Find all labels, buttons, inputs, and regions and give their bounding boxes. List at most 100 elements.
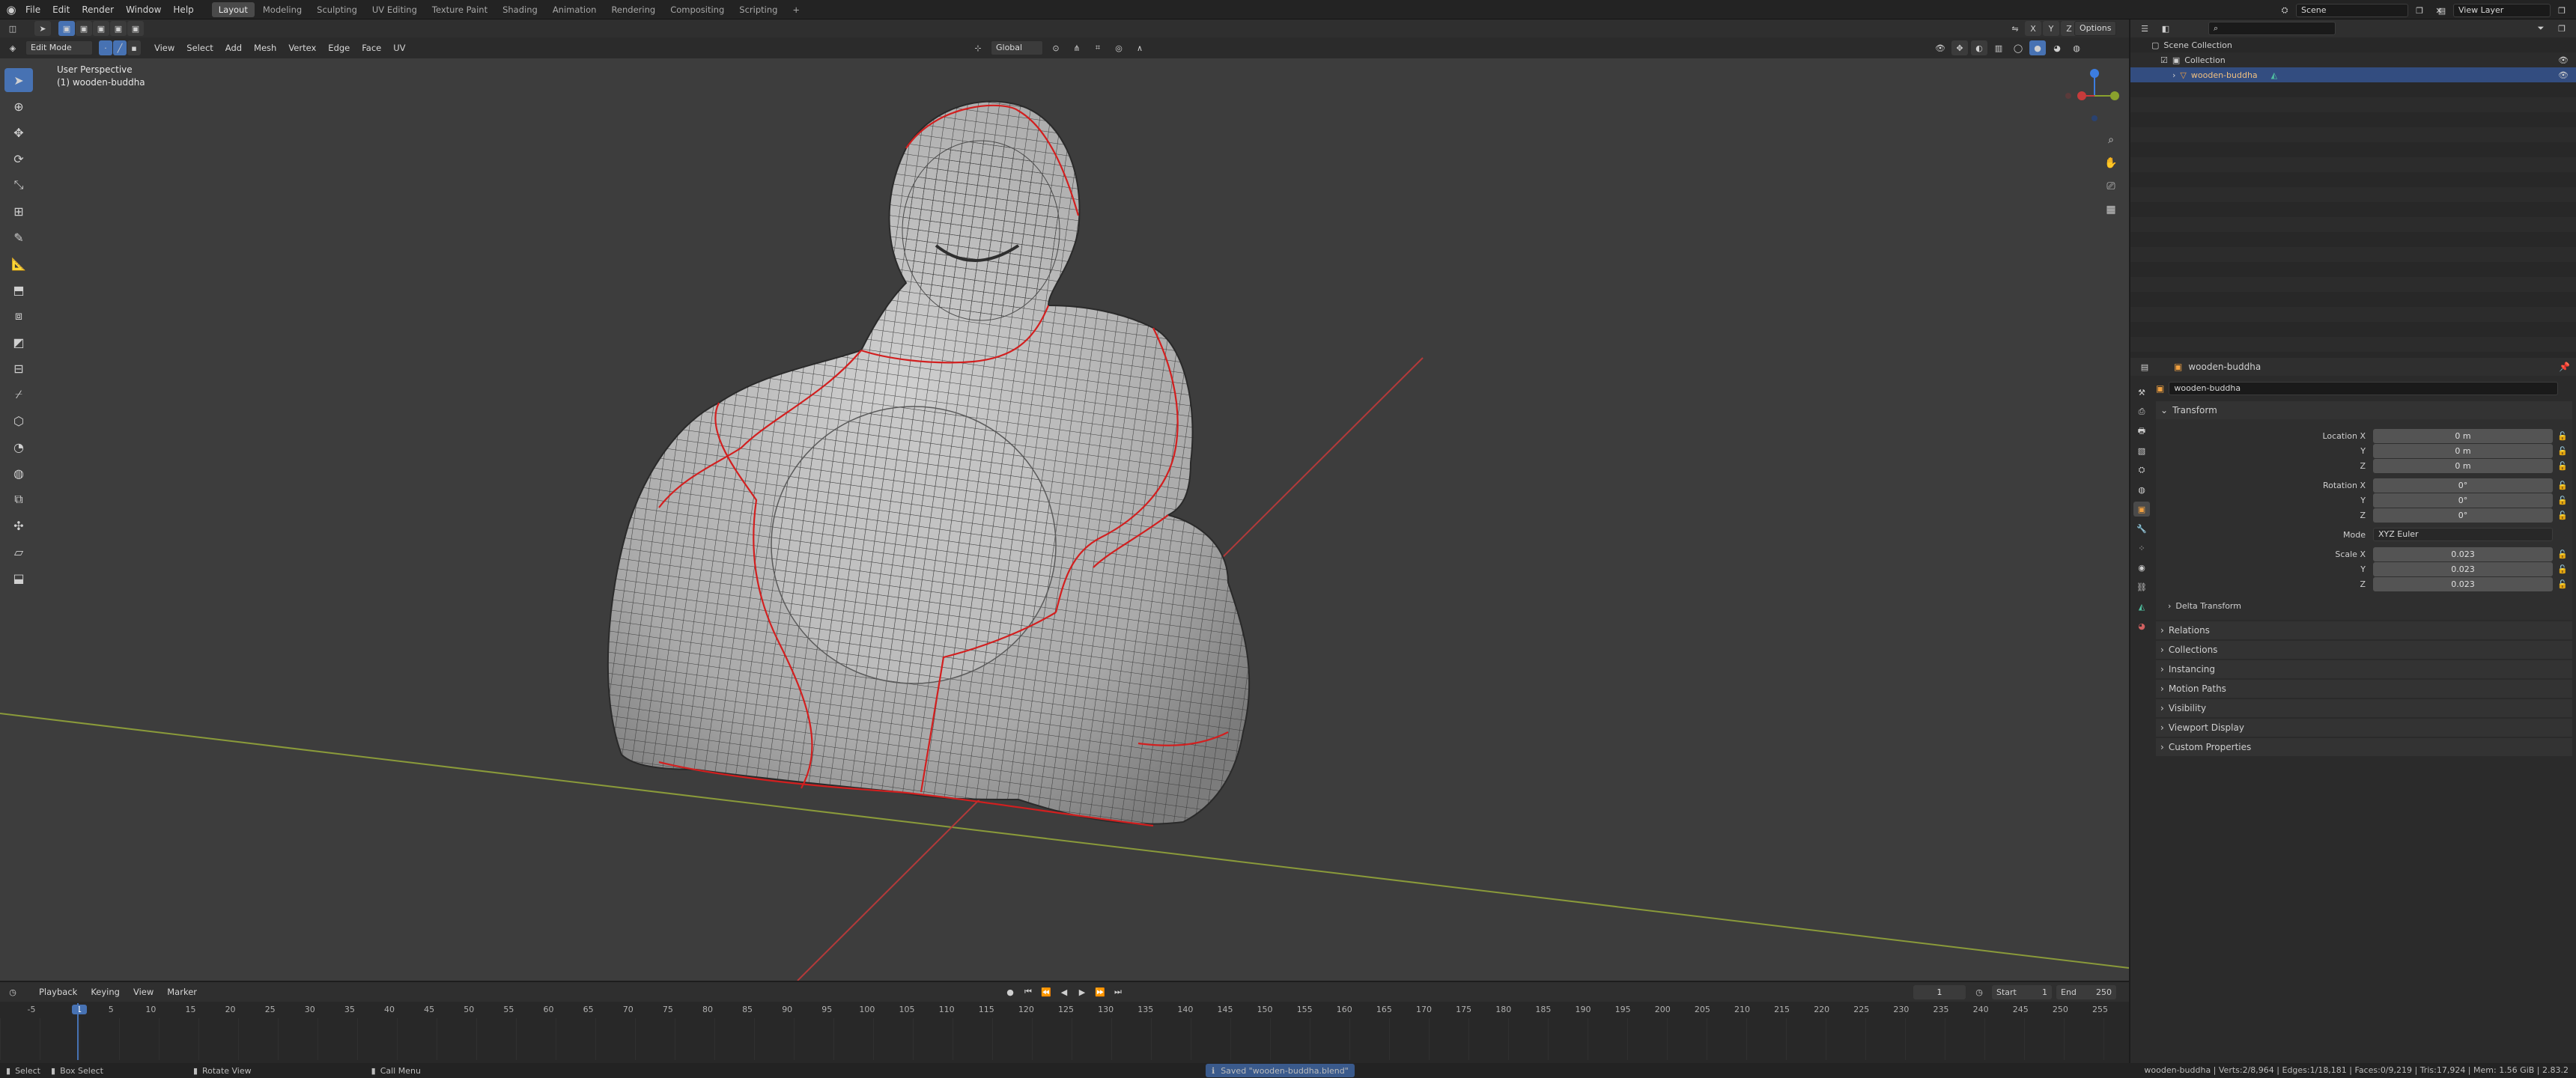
lock-icon[interactable]: 🔓 bbox=[2557, 564, 2568, 574]
preview-range-icon[interactable]: ◷ bbox=[1971, 984, 1987, 999]
intersect-selection-icon[interactable]: ▣ bbox=[127, 21, 144, 36]
object-tab-icon[interactable]: ▣ bbox=[2133, 502, 2150, 517]
play-icon[interactable]: ▶ bbox=[1074, 984, 1090, 999]
physics-tab-icon[interactable]: ◉ bbox=[2133, 560, 2150, 575]
pivot-point-icon[interactable]: ⊙ bbox=[1048, 40, 1064, 55]
rip-region-icon[interactable]: ⬓ bbox=[4, 566, 33, 590]
outliner-row-collection[interactable]: ☑ ▣ Collection 👁 bbox=[2130, 52, 2576, 67]
play-reverse-icon[interactable]: ◀ bbox=[1056, 984, 1072, 999]
rotate-icon[interactable]: ⟳ bbox=[4, 147, 33, 171]
delta-transform-subpanel[interactable]: › Delta Transform bbox=[2156, 597, 2572, 614]
transform-panel-header[interactable]: ⌄ Transform bbox=[2156, 401, 2572, 419]
lock-icon[interactable]: 🔓 bbox=[2557, 461, 2568, 471]
inset-icon[interactable]: ⧈ bbox=[4, 304, 33, 328]
record-icon[interactable]: ● bbox=[1002, 984, 1018, 999]
move-icon[interactable]: ✥ bbox=[4, 121, 33, 144]
menu-uv[interactable]: UV bbox=[387, 38, 411, 58]
delete-view-layer-icon[interactable]: ✕ bbox=[2573, 3, 2576, 18]
menu-help[interactable]: Help bbox=[167, 0, 199, 19]
scale-z-field[interactable]: 0.023 bbox=[2373, 576, 2553, 591]
menu-edit[interactable]: Edit bbox=[46, 0, 76, 19]
tab-scripting[interactable]: Scripting bbox=[732, 2, 784, 17]
falloff-icon[interactable]: ∧ bbox=[1131, 40, 1148, 55]
properties-editor-icon[interactable]: ▤ bbox=[2136, 359, 2153, 374]
menu-marker[interactable]: Marker bbox=[161, 982, 203, 1002]
visibility-icon[interactable]: 👁 bbox=[1932, 40, 1948, 55]
spin-icon[interactable]: ◔ bbox=[4, 435, 33, 459]
tool-tab-icon[interactable]: ⚒ bbox=[2133, 385, 2150, 400]
edge-slide-icon[interactable]: ⧉ bbox=[4, 487, 33, 511]
location-y-field[interactable]: 0 m bbox=[2373, 443, 2553, 458]
tab-uv-editing[interactable]: UV Editing bbox=[365, 2, 424, 17]
menu-window[interactable]: Window bbox=[120, 0, 167, 19]
menu-mesh[interactable]: Mesh bbox=[248, 38, 282, 58]
scale-x-field[interactable]: 0.023 bbox=[2373, 546, 2553, 561]
new-scene-icon[interactable]: ❐ bbox=[2411, 3, 2428, 18]
viewport-editor-icon[interactable]: ◈ bbox=[4, 40, 21, 55]
scene-field[interactable]: Scene bbox=[2296, 4, 2408, 17]
collection-visibility-icon[interactable]: 👁 bbox=[2558, 55, 2569, 65]
tab-shading[interactable]: Shading bbox=[496, 2, 544, 17]
editor-type-icon[interactable]: ◫ bbox=[4, 21, 21, 36]
outliner-row-scene-collection[interactable]: ▢ Scene Collection bbox=[2130, 37, 2576, 52]
panel-visibility[interactable]: › Visibility bbox=[2156, 699, 2572, 717]
scene-tab-icon[interactable]: ⛭ bbox=[2133, 463, 2150, 478]
lock-icon[interactable]: 🔓 bbox=[2557, 511, 2568, 520]
mirror-y-button[interactable]: Y bbox=[2043, 21, 2059, 36]
panel-viewport-display[interactable]: › Viewport Display bbox=[2156, 719, 2572, 737]
lock-icon[interactable]: 🔓 bbox=[2557, 481, 2568, 490]
rendered-shading-icon[interactable]: ◍ bbox=[2068, 40, 2085, 55]
shear-icon[interactable]: ▱ bbox=[4, 540, 33, 564]
world-tab-icon[interactable]: ◍ bbox=[2133, 482, 2150, 497]
snap-target-icon[interactable]: ⌗ bbox=[1090, 40, 1106, 55]
rotation-x-field[interactable]: 0° bbox=[2373, 478, 2553, 493]
current-frame-field[interactable]: 1 bbox=[1913, 985, 1966, 999]
frame-ruler[interactable]: -5 1 5 10 15 20 25 30 35 40 45 50 55 60 65 70 75 80 85 90 95… bbox=[0, 1003, 2129, 1017]
smooth-icon[interactable]: ◍ bbox=[4, 461, 33, 485]
view-layer-icon[interactable]: ▤ bbox=[2434, 3, 2450, 18]
location-z-field[interactable]: 0 m bbox=[2373, 458, 2553, 473]
object-name-field[interactable]: wooden-buddha bbox=[2169, 382, 2559, 395]
panel-collections[interactable]: › Collections bbox=[2156, 641, 2572, 659]
rotation-y-field[interactable]: 0° bbox=[2373, 493, 2553, 508]
lock-icon[interactable]: 🔓 bbox=[2557, 496, 2568, 505]
menu-edge[interactable]: Edge bbox=[322, 38, 356, 58]
edge-select-icon[interactable]: ╱ bbox=[113, 40, 127, 55]
pan-hand-icon[interactable]: ✋ bbox=[2100, 153, 2121, 174]
menu-keying[interactable]: Keying bbox=[85, 982, 126, 1002]
report-banner[interactable]: ℹ Saved "wooden-buddha.blend" bbox=[1206, 1064, 1355, 1077]
lock-icon[interactable]: 🔓 bbox=[2557, 431, 2568, 441]
set-selection-icon[interactable]: ▣ bbox=[58, 21, 75, 36]
timeline-editor-icon[interactable]: ◷ bbox=[4, 984, 21, 999]
tab-layout[interactable]: Layout bbox=[211, 1, 255, 17]
menu-add[interactable]: Add bbox=[219, 38, 248, 58]
solid-shading-icon[interactable]: ● bbox=[2029, 40, 2046, 55]
mirror-x-button[interactable]: X bbox=[2025, 21, 2041, 36]
measure-icon[interactable]: 📐 bbox=[4, 252, 33, 275]
rotation-z-field[interactable]: 0° bbox=[2373, 508, 2553, 523]
data-tab-icon[interactable]: ◭ bbox=[2133, 599, 2150, 614]
3d-viewport[interactable]: User Perspective (1) wooden-buddha ⌕ ✋ ⎚… bbox=[0, 58, 2129, 981]
new-view-layer-icon[interactable]: ❐ bbox=[2554, 3, 2570, 18]
scene-icon[interactable]: ⛭ bbox=[2276, 3, 2293, 18]
menu-select[interactable]: Select bbox=[180, 38, 219, 58]
outliner-row-wooden-buddha[interactable]: › ▽ wooden-buddha ◭ 👁 bbox=[2130, 67, 2576, 82]
start-frame-field[interactable]: Start 1 bbox=[1992, 985, 2052, 999]
scale-y-field[interactable]: 0.023 bbox=[2373, 561, 2553, 576]
extend-selection-icon[interactable]: ▣ bbox=[76, 21, 92, 36]
tab-sculpting[interactable]: Sculpting bbox=[310, 2, 364, 17]
lock-icon[interactable]: 🔓 bbox=[2557, 549, 2568, 559]
blender-logo-icon[interactable]: ◉ bbox=[3, 2, 19, 17]
panel-relations[interactable]: › Relations bbox=[2156, 621, 2572, 639]
new-collection-icon[interactable]: ❐ bbox=[2554, 21, 2570, 36]
transform-icon[interactable]: ⊞ bbox=[4, 199, 33, 223]
panel-instancing[interactable]: › Instancing bbox=[2156, 660, 2572, 678]
menu-render[interactable]: Render bbox=[76, 0, 120, 19]
output-tab-icon[interactable]: 🖶 bbox=[2133, 424, 2150, 439]
overlays-icon[interactable]: ◐ bbox=[1971, 40, 1987, 55]
tab-animation[interactable]: Animation bbox=[546, 2, 604, 17]
panel-motion-paths[interactable]: › Motion Paths bbox=[2156, 680, 2572, 698]
pin-icon[interactable]: 📌 bbox=[2559, 362, 2570, 372]
view-layer-tab-icon[interactable]: ▧ bbox=[2133, 443, 2150, 458]
tab-compositing[interactable]: Compositing bbox=[663, 2, 731, 17]
